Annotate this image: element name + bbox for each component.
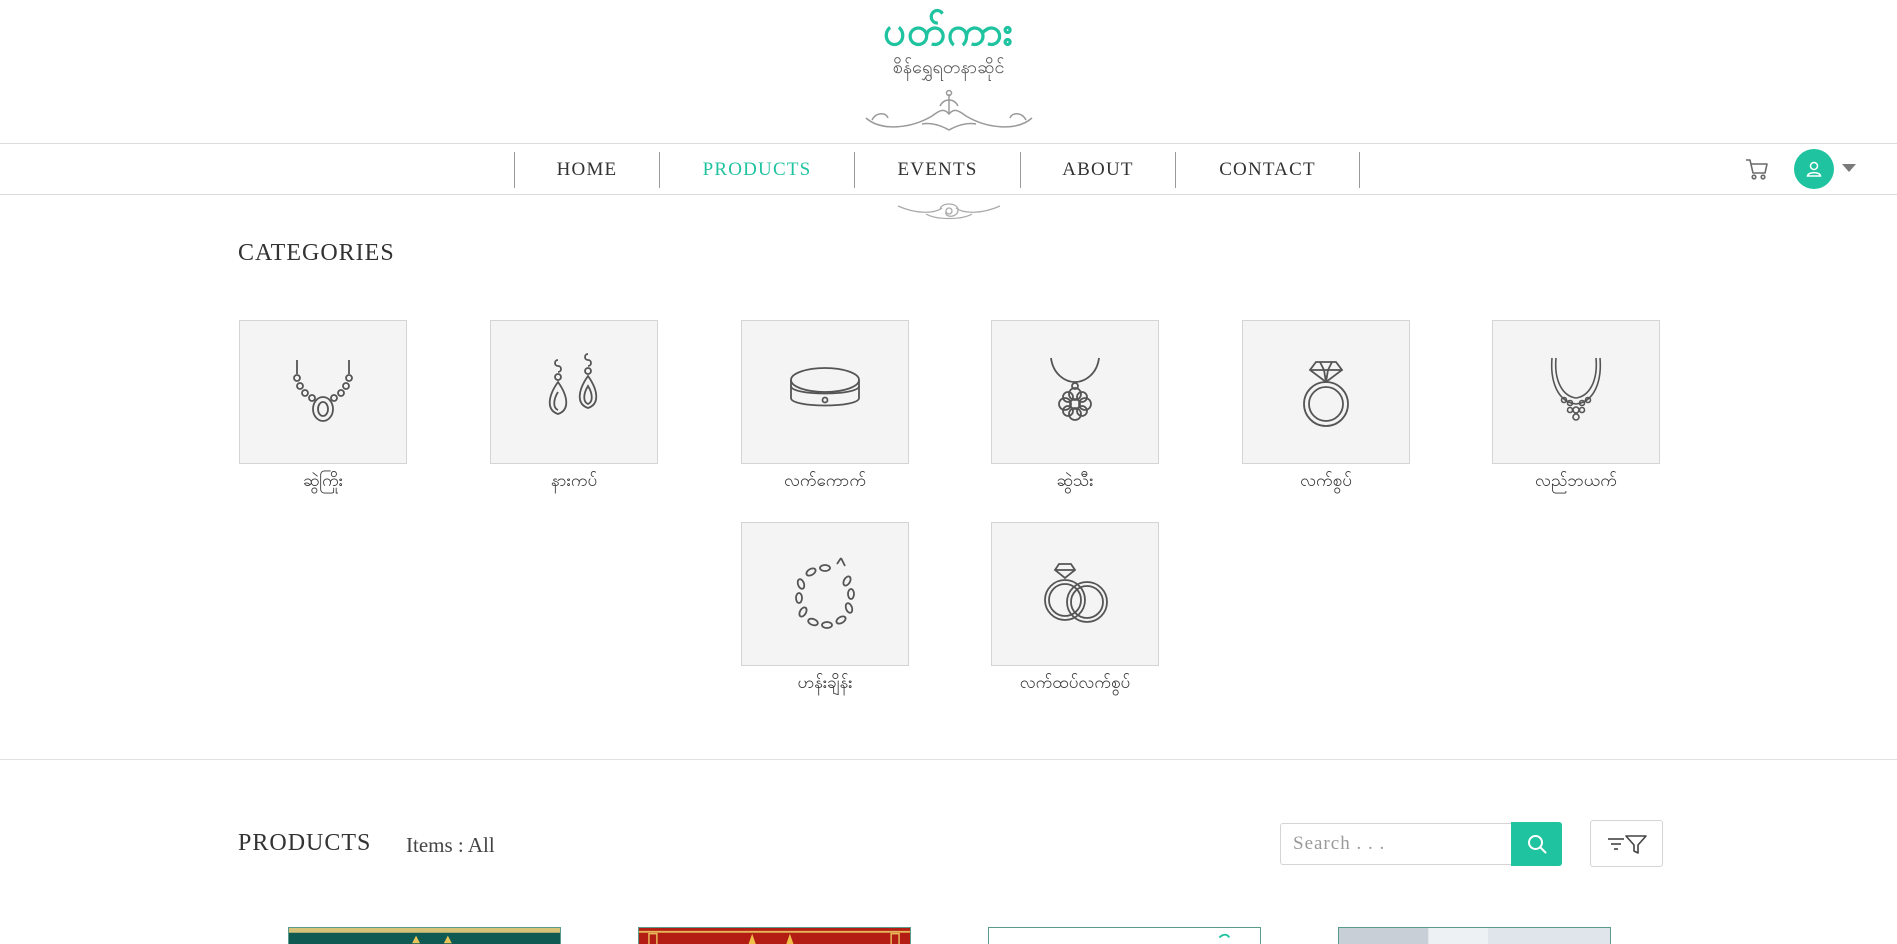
product-card[interactable] [288, 927, 561, 944]
bangle-icon [790, 367, 860, 407]
category-image [991, 320, 1159, 464]
category-card-wedding-rings[interactable]: လက်ထပ်လက်စွပ် [991, 522, 1159, 697]
brand-subtitle: စိန်ရွှေရတနာဆိုင် [892, 57, 1005, 78]
filter-icon [1607, 834, 1647, 854]
earrings-icon [548, 353, 598, 415]
user-avatar-button[interactable] [1794, 149, 1834, 189]
category-label: လည်ဘယက် [1535, 471, 1617, 491]
nav-item-home[interactable]: HOME [515, 152, 660, 188]
chain-bracelet-icon [795, 557, 855, 629]
filter-button[interactable] [1590, 820, 1663, 867]
product-image [1339, 928, 1610, 944]
product-image [289, 928, 560, 944]
choker-icon [1550, 357, 1602, 421]
category-label: နားကပ် [550, 471, 598, 491]
category-image [1242, 320, 1410, 464]
nav-item-about[interactable]: ABOUT [1021, 152, 1176, 188]
product-image [989, 928, 1260, 944]
category-image [239, 320, 407, 464]
main-nav: HOME PRODUCTS EVENTS ABOUT CONTACT [0, 143, 1897, 195]
nav-item-events[interactable]: EVENTS [855, 152, 1021, 188]
category-card-choker[interactable]: လည်ဘယက် [1492, 320, 1660, 495]
category-label: ဆွဲကြိုး [302, 471, 344, 491]
category-image [991, 522, 1159, 666]
category-card-bangle[interactable]: လက်ကောက် [741, 320, 909, 495]
divider-ornament-icon [897, 203, 1001, 220]
products-title: PRODUCTS [238, 830, 372, 856]
categories-title: CATEGORIES [238, 240, 395, 266]
ring-icon [1303, 361, 1349, 427]
category-card-necklace[interactable]: ဆွဲကြိုး [239, 320, 407, 495]
category-image [741, 320, 909, 464]
product-card[interactable] [1338, 927, 1611, 944]
product-image [639, 928, 910, 944]
category-image [490, 320, 658, 464]
search-icon [1527, 835, 1546, 854]
product-card[interactable] [638, 927, 911, 944]
section-divider [0, 759, 1897, 760]
brand-header: ပတ်ကား စိန်ရွှေရတနာဆိုင် [0, 0, 1897, 143]
category-image [1492, 320, 1660, 464]
category-card-pendant[interactable]: ဆွဲသီး [991, 320, 1159, 495]
nav-item-contact[interactable]: CONTACT [1176, 152, 1360, 188]
category-card-earrings[interactable]: နားကပ် [490, 320, 658, 495]
user-icon [1806, 161, 1822, 177]
category-label: လက်စွပ် [1300, 471, 1352, 491]
chevron-down-icon[interactable] [1841, 162, 1857, 174]
category-label: ဟန်းချိန်း [797, 673, 853, 693]
pendant-icon [1050, 357, 1100, 421]
category-label: ဆွဲသီး [1056, 471, 1094, 491]
category-label: လက်ကောက် [783, 471, 867, 491]
items-filter-label: Items : All [406, 833, 495, 857]
necklace-icon [293, 360, 353, 422]
category-label: လက်ထပ်လက်စွပ် [1019, 673, 1131, 693]
ornament-icon [865, 89, 1033, 131]
nav-item-products[interactable]: PRODUCTS [660, 152, 855, 188]
wedding-rings-icon [1044, 563, 1108, 623]
cart-icon[interactable] [1744, 156, 1770, 182]
category-image [741, 522, 909, 666]
nav-menu: HOME PRODUCTS EVENTS ABOUT CONTACT [514, 152, 1360, 188]
category-card-ring[interactable]: လက်စွပ် [1242, 320, 1410, 495]
product-card[interactable] [988, 927, 1261, 944]
search-input[interactable] [1280, 823, 1512, 865]
category-card-chain-bracelet[interactable]: ဟန်းချိန်း [741, 522, 909, 697]
search-button[interactable] [1511, 822, 1562, 866]
